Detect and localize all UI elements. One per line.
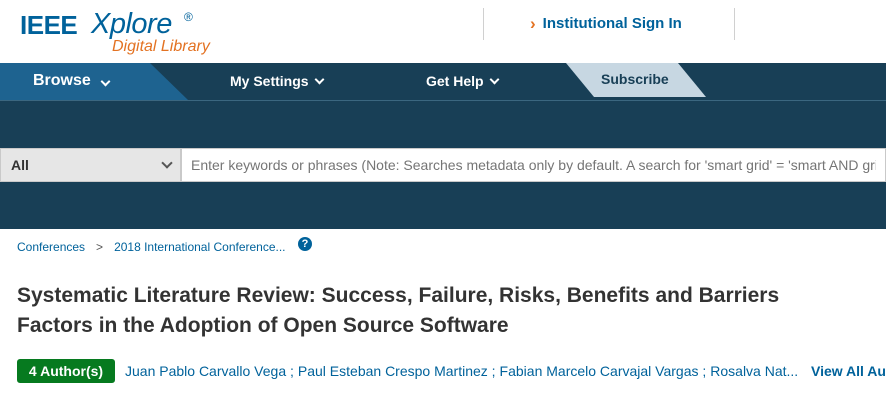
chevron-right-icon: ›: [530, 14, 536, 33]
chevron-down-icon: [314, 74, 325, 84]
breadcrumb-separator: >: [96, 240, 104, 254]
nav-my-settings-label: My Settings: [230, 73, 309, 89]
institutional-sign-in-link[interactable]: › Institutional Sign In: [530, 15, 682, 32]
author-list: Juan Pablo Carvallo Vega ; Paul Esteban …: [125, 363, 798, 379]
nav-browse-label: Browse: [33, 72, 111, 90]
help-icon[interactable]: ?: [298, 237, 312, 251]
logo-tagline: Digital Library: [112, 38, 210, 55]
article-title-line: Systematic Literature Review: Success, F…: [17, 284, 780, 307]
author-link[interactable]: Juan Pablo Carvallo Vega ;: [125, 363, 294, 379]
nav-get-help-label: Get Help: [426, 73, 484, 89]
breadcrumb: Conferences > 2018 International Confere…: [17, 240, 286, 254]
author-count-badge[interactable]: 4 Author(s): [17, 359, 115, 383]
search-scope-value: All: [11, 157, 29, 173]
nav-my-settings[interactable]: My Settings: [230, 73, 325, 89]
header-divider: [734, 8, 735, 40]
breadcrumb-conference[interactable]: 2018 International Conference...: [114, 240, 285, 254]
author-link[interactable]: Rosalva Nat...: [710, 363, 798, 379]
search-input[interactable]: [181, 148, 886, 182]
author-link[interactable]: Fabian Marcelo Carvajal Vargas ;: [500, 363, 707, 379]
subscribe-label: Subscribe: [601, 71, 669, 87]
logo-ieee-text: IEEE: [20, 10, 78, 40]
chevron-down-icon: [161, 157, 173, 169]
ieee-xplore-logo[interactable]: IEEE Xplore ® Digital Library: [20, 8, 230, 60]
chevron-down-icon: [100, 76, 111, 87]
article-title-line: Factors in the Adoption of Open Source S…: [17, 314, 509, 337]
view-all-authors-link[interactable]: View All Au: [811, 363, 886, 379]
article-title: Systematic Literature Review: Success, F…: [17, 281, 886, 341]
chevron-down-icon: [489, 74, 500, 84]
breadcrumb-conferences[interactable]: Conferences: [17, 240, 85, 254]
author-link[interactable]: Paul Esteban Crespo Martinez ;: [298, 363, 496, 379]
logo-registered-mark: ®: [184, 10, 193, 24]
sign-in-label: Institutional Sign In: [542, 15, 682, 32]
header-divider: [483, 8, 484, 40]
logo-xplore-text: Xplore: [91, 8, 172, 40]
nav-get-help[interactable]: Get Help: [426, 73, 500, 89]
search-scope-select[interactable]: All: [0, 148, 181, 182]
